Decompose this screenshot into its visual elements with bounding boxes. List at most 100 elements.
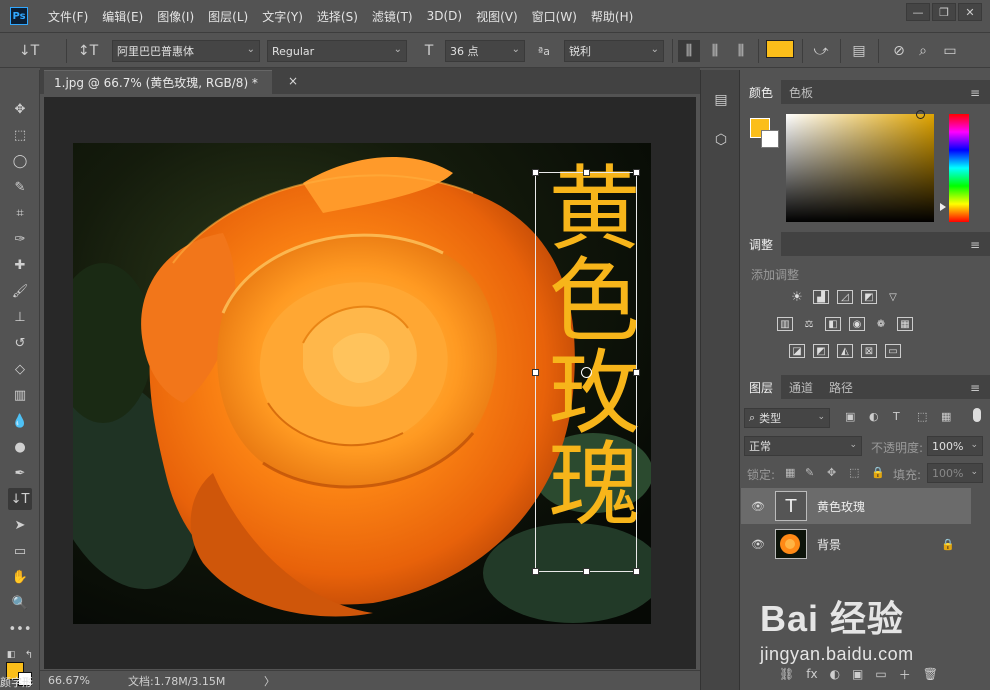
photoshop-logo-icon[interactable]: Ps xyxy=(10,7,28,25)
font-family-select[interactable]: 阿里巴巴普惠体 ⌄ xyxy=(112,40,260,62)
menu-window[interactable]: 窗口(W) xyxy=(532,8,577,25)
tab-channels[interactable]: 通道 xyxy=(781,375,821,399)
layer-name[interactable]: 背景 xyxy=(817,536,841,553)
curves-icon[interactable]: ◿ xyxy=(837,290,853,304)
filter-type-icon[interactable]: T xyxy=(893,410,900,423)
tab-adjustments[interactable]: 调整 xyxy=(741,232,782,256)
text-color-swatch[interactable] xyxy=(766,40,794,58)
close-window-button[interactable]: ✕ xyxy=(958,3,982,21)
font-style-select[interactable]: Regular ⌄ xyxy=(267,40,407,62)
layer-row[interactable]: 👁 T 黄色玫瑰 xyxy=(741,488,971,524)
color-spectrum-field[interactable] xyxy=(786,114,934,222)
document-tab[interactable]: 1.jpg @ 66.7% (黄色玫瑰, RGB/8) * xyxy=(44,70,272,94)
brush-icon[interactable]: 🖌 xyxy=(8,280,32,302)
dodge-icon[interactable]: ● xyxy=(8,436,32,458)
cancel-edit-icon[interactable]: ⊘ xyxy=(888,40,910,62)
hand-icon[interactable]: ✋ xyxy=(8,566,32,588)
invert-icon[interactable]: ◪ xyxy=(789,344,805,358)
toggle-orientation-icon[interactable]: ↕T xyxy=(76,40,100,62)
filter-pixel-icon[interactable]: ▣ xyxy=(845,410,855,423)
healing-icon[interactable]: ✚ xyxy=(8,254,32,276)
align-center-icon[interactable]: ⫼ xyxy=(704,40,726,62)
color-balance-icon[interactable]: ⚖ xyxy=(801,317,817,331)
menu-image[interactable]: 图像(I) xyxy=(157,8,194,25)
menu-help[interactable]: 帮助(H) xyxy=(591,8,633,25)
fill-field[interactable]: 100% ⌄ xyxy=(927,463,983,483)
transform-handle[interactable] xyxy=(633,369,640,376)
layer-row[interactable]: 👁 背景 🔒 xyxy=(741,526,971,562)
zoom-level[interactable]: 66.67% xyxy=(48,674,90,687)
filter-toggle[interactable] xyxy=(973,408,981,422)
align-top-icon[interactable]: ⫼ xyxy=(678,40,700,62)
properties-panel-icon[interactable]: ▤ xyxy=(711,90,731,110)
transform-handle[interactable] xyxy=(633,568,640,575)
channel-mixer-icon[interactable]: ❁ xyxy=(873,317,889,331)
filter-shape-icon[interactable]: ⬚ xyxy=(917,410,927,423)
character-panel-icon[interactable]: ▤ xyxy=(848,40,870,62)
layer-filter-select[interactable]: ⌕ 类型 ⌄ xyxy=(744,408,830,428)
brightness-icon[interactable]: ☀ xyxy=(789,290,805,305)
panel-menu-icon[interactable]: ≡ xyxy=(970,381,980,395)
hue-slider[interactable] xyxy=(949,114,969,222)
menu-layer[interactable]: 图层(L) xyxy=(208,8,248,25)
transform-handle[interactable] xyxy=(583,568,590,575)
hue-marker-icon[interactable] xyxy=(940,203,946,211)
3d-panel-icon[interactable]: ⬡ xyxy=(711,130,731,150)
menu-view[interactable]: 视图(V) xyxy=(476,8,518,25)
workspace-icon[interactable]: ▭ xyxy=(938,40,962,62)
search-icon[interactable]: ⌕ xyxy=(912,40,934,62)
visibility-eye-icon[interactable]: 👁 xyxy=(751,500,765,513)
swap-colors-icon[interactable]: ↰ xyxy=(22,644,36,666)
levels-icon[interactable]: ▟ xyxy=(813,290,829,304)
font-size-select[interactable]: 36 点 ⌄ xyxy=(445,40,525,62)
marquee-icon[interactable]: ⬚ xyxy=(8,124,32,146)
menu-3d[interactable]: 3D(D) xyxy=(427,9,462,23)
lock-transparent-icon[interactable]: ▦ xyxy=(785,466,795,479)
black-white-icon[interactable]: ◧ xyxy=(825,317,841,331)
close-tab-icon[interactable]: × xyxy=(288,74,298,88)
antialias-select[interactable]: 锐利 ⌄ xyxy=(564,40,664,62)
color-panel-background[interactable] xyxy=(761,130,779,148)
opacity-field[interactable]: 100% ⌄ xyxy=(927,436,983,456)
lock-all-icon[interactable]: 🔒 xyxy=(871,466,885,479)
lock-position-icon[interactable]: ✥ xyxy=(827,466,836,479)
tab-layers[interactable]: 图层 xyxy=(741,375,782,399)
document-info[interactable]: 文档:1.78M/3.15M xyxy=(128,673,225,689)
tab-paths[interactable]: 路径 xyxy=(821,375,861,399)
tab-swatches[interactable]: 色板 xyxy=(781,80,821,104)
stamp-icon[interactable]: ⊥ xyxy=(8,306,32,328)
exposure-icon[interactable]: ◩ xyxy=(861,290,877,304)
eraser-icon[interactable]: ◇ xyxy=(8,358,32,380)
transform-handle[interactable] xyxy=(633,169,640,176)
minimize-button[interactable]: — xyxy=(906,3,930,21)
panel-menu-icon[interactable]: ≡ xyxy=(970,238,980,252)
selective-color-icon[interactable]: ⊠ xyxy=(861,344,877,358)
move-icon[interactable]: ✥ xyxy=(8,98,32,120)
gradient-map-icon[interactable]: ▭ xyxy=(885,344,901,358)
quick-select-icon[interactable]: ✎ xyxy=(8,176,32,198)
status-menu-arrow-icon[interactable]: 〉 xyxy=(264,673,275,689)
gradient-icon[interactable]: ▥ xyxy=(8,384,32,406)
tab-color[interactable]: 颜色 xyxy=(741,80,782,104)
vibrance-icon[interactable]: ▽ xyxy=(885,290,901,304)
filter-adjustment-icon[interactable]: ◐ xyxy=(869,410,879,423)
rectangle-icon[interactable]: ▭ xyxy=(8,540,32,562)
warp-text-icon[interactable]: ⤻ xyxy=(810,40,832,62)
reference-point-icon[interactable] xyxy=(581,367,592,378)
menu-file[interactable]: 文件(F) xyxy=(48,8,88,25)
menu-select[interactable]: 选择(S) xyxy=(317,8,358,25)
text-bounding-box[interactable] xyxy=(532,169,640,575)
pen-icon[interactable]: ✒ xyxy=(8,462,32,484)
zoom-icon[interactable]: 🔍 xyxy=(8,592,32,614)
type-icon[interactable]: ↓T xyxy=(8,488,32,510)
blur-icon[interactable]: 💧 xyxy=(8,410,32,432)
menu-type[interactable]: 文字(Y) xyxy=(262,8,303,25)
color-picker-marker[interactable] xyxy=(916,110,925,119)
crop-icon[interactable]: ⌗ xyxy=(8,202,32,224)
threshold-icon[interactable]: ◭ xyxy=(837,344,853,358)
color-lookup-icon[interactable]: ▦ xyxy=(897,317,913,331)
photo-filter-icon[interactable]: ◉ xyxy=(849,317,865,331)
history-brush-icon[interactable]: ↺ xyxy=(8,332,32,354)
transform-handle[interactable] xyxy=(583,169,590,176)
visibility-eye-icon[interactable]: 👁 xyxy=(751,538,765,551)
